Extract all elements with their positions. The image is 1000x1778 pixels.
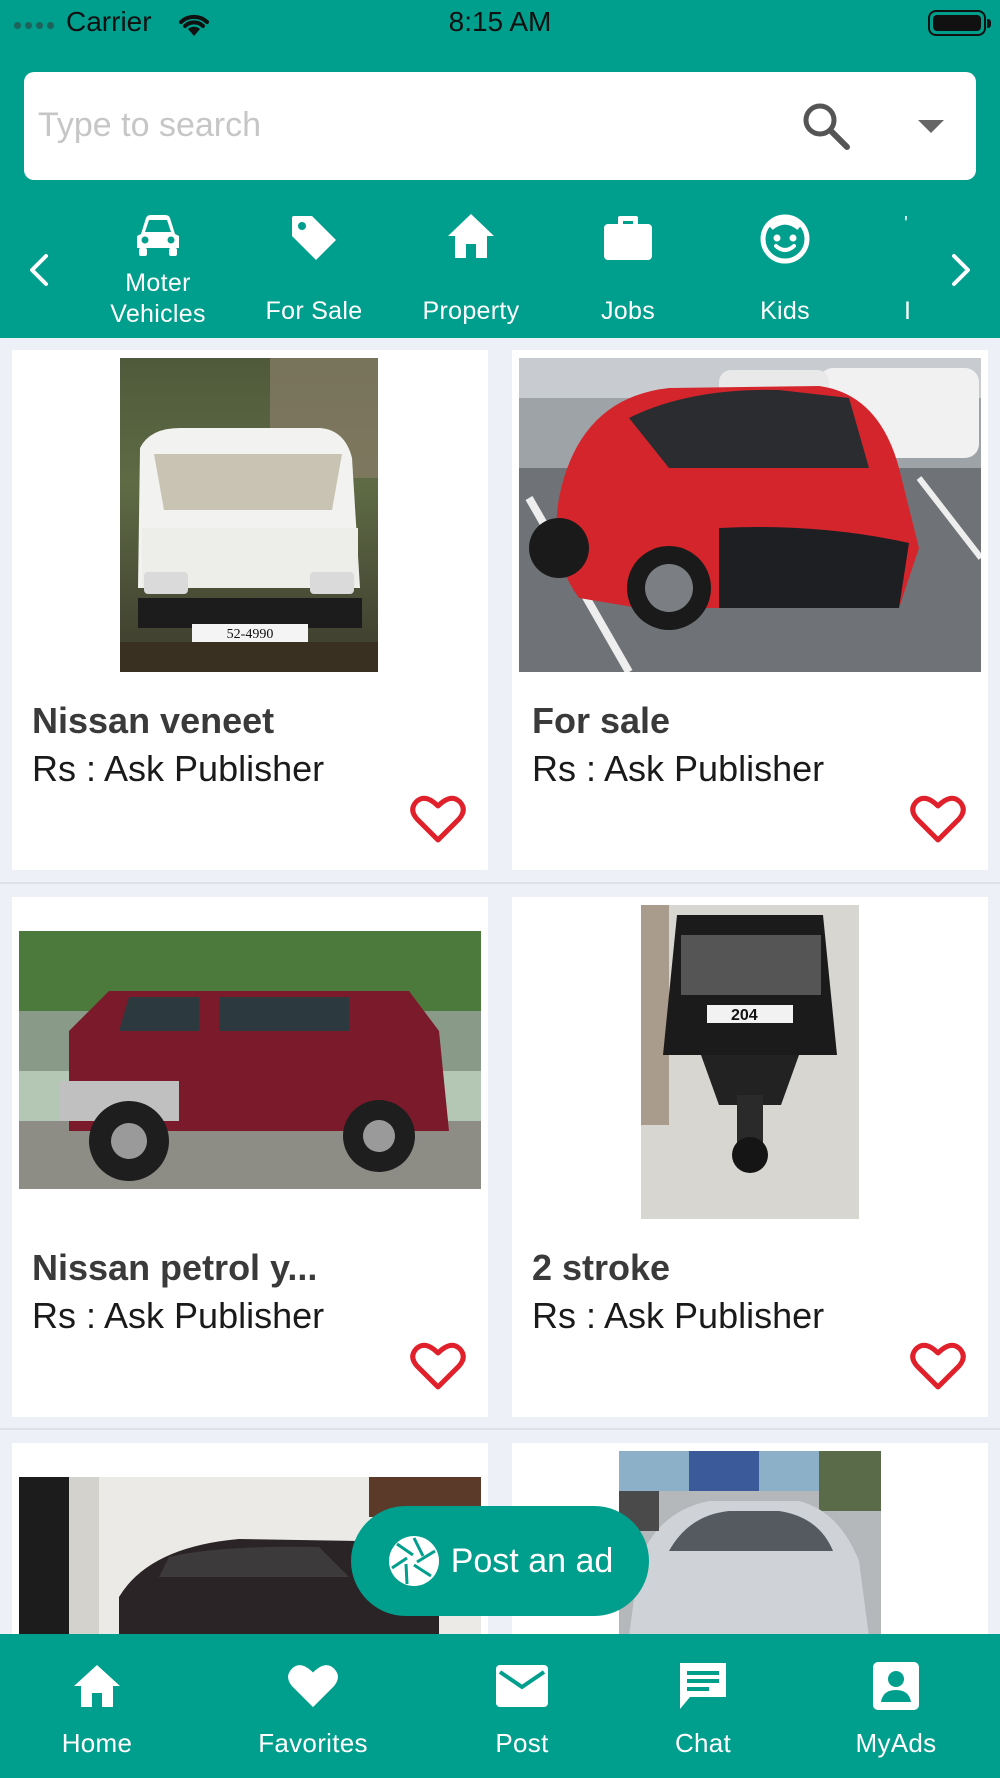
post-ad-button[interactable]: Post an ad — [351, 1506, 649, 1616]
listing-price: Rs : Ask Publisher — [32, 748, 325, 789]
tab-chat[interactable]: Chat — [647, 1656, 759, 1759]
tab-home[interactable]: Home — [37, 1656, 157, 1759]
home-icon — [448, 214, 494, 258]
listing-title: Nissan petrol y... — [32, 1247, 318, 1288]
tab-favorites[interactable]: Favorites — [243, 1656, 383, 1759]
plate-text: 204 — [731, 1007, 758, 1024]
category-more[interactable]: ' I — [904, 212, 922, 327]
child-face-icon — [760, 214, 810, 264]
listing-title: 2 stroke — [532, 1247, 671, 1288]
account-box-icon — [873, 1662, 919, 1710]
tab-myads[interactable]: MyAds — [840, 1656, 952, 1759]
app-header: Carrier 8:15 AM Moter Vehicles — [0, 0, 1000, 338]
heart-outline-icon[interactable] — [910, 1341, 966, 1391]
chat-icon — [680, 1663, 726, 1709]
category-jobs[interactable]: Jobs — [553, 212, 703, 327]
chevron-right-icon[interactable] — [940, 248, 980, 292]
category-property[interactable]: Property — [396, 212, 546, 327]
car-icon — [137, 215, 179, 256]
listing-card[interactable]: Nissan petrol y... Rs : Ask Publisher — [12, 897, 488, 1417]
search-input[interactable] — [38, 92, 738, 158]
listing-price: Rs : Ask Publisher — [32, 1295, 325, 1336]
listing-title: Nissan veneet — [32, 700, 275, 741]
camera-iris-icon — [388, 1536, 439, 1586]
listing-photo — [619, 1451, 881, 1637]
heart-outline-icon[interactable] — [910, 794, 966, 844]
heart-outline-icon[interactable] — [410, 794, 466, 844]
chevron-left-icon[interactable] — [20, 248, 60, 292]
briefcase-icon — [604, 216, 652, 260]
row-divider — [0, 882, 1000, 884]
listing-price: Rs : Ask Publisher — [532, 748, 825, 789]
listing-photo: 52-4990 — [120, 358, 378, 672]
category-moter-vehicles[interactable]: Moter Vehicles — [83, 212, 233, 330]
status-bar: Carrier 8:15 AM — [0, 0, 1000, 48]
search-bar — [24, 72, 976, 180]
tag-icon — [292, 216, 336, 260]
clock: 8:15 AM — [448, 6, 552, 37]
listing-card[interactable]: For sale Rs : Ask Publisher — [512, 350, 988, 870]
tab-post[interactable]: Post — [466, 1656, 578, 1759]
listing-photo — [19, 931, 481, 1189]
post-ad-label: Post an ad — [450, 1541, 614, 1580]
listing-title: For sale — [532, 700, 671, 741]
row-divider — [0, 1428, 1000, 1430]
listing-photo: 204 — [641, 905, 859, 1219]
plate-text: 52-4990 — [227, 627, 274, 642]
battery-icon — [928, 10, 991, 36]
mail-icon — [496, 1665, 548, 1707]
listing-card[interactable]: 204 2 stroke Rs : Ask Publisher — [512, 897, 988, 1417]
bottom-tab-bar: Home Favorites Post Chat MyAds — [0, 1634, 1000, 1778]
category-for-sale[interactable]: For Sale — [239, 212, 389, 327]
heart-icon — [288, 1665, 338, 1708]
home-icon — [74, 1665, 120, 1707]
listing-price: Rs : Ask Publisher — [532, 1295, 825, 1336]
listing-photo — [519, 358, 981, 672]
search-icon[interactable] — [800, 100, 852, 152]
category-kids[interactable]: Kids — [710, 212, 860, 327]
dropdown-icon[interactable] — [916, 116, 946, 136]
listing-card[interactable]: 52-4990 Nissan veneet Rs : Ask Publisher — [12, 350, 488, 870]
heart-outline-icon[interactable] — [410, 1341, 466, 1391]
